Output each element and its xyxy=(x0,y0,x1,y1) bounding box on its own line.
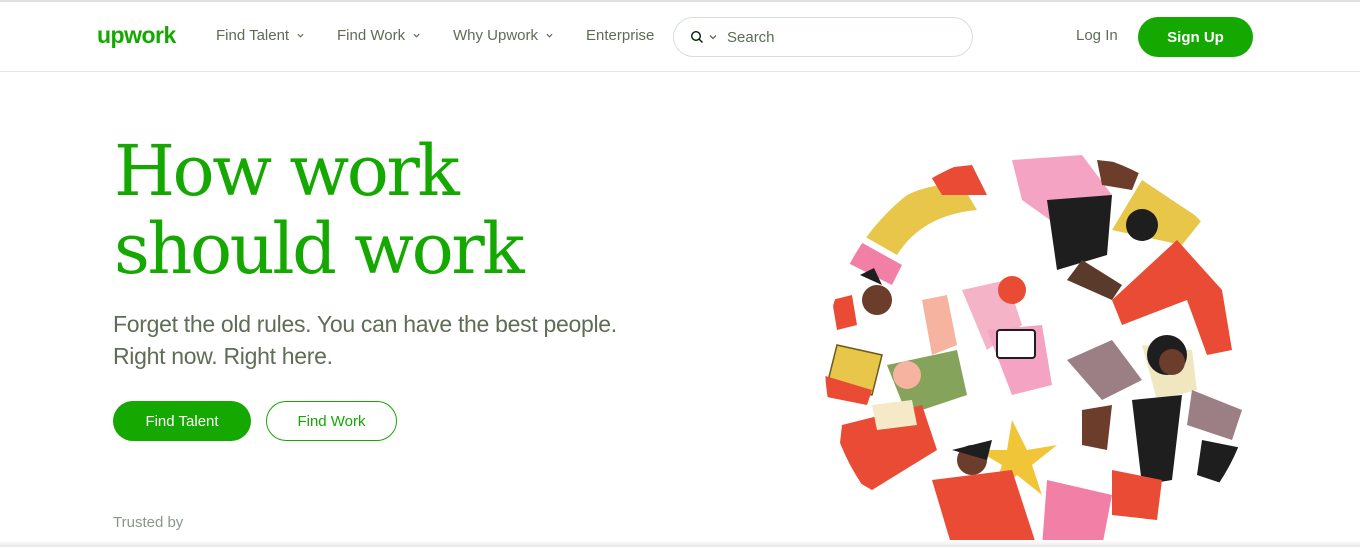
nav-find-talent-label: Find Talent xyxy=(216,27,290,44)
nav-enterprise[interactable]: Enterprise xyxy=(586,27,654,44)
nav-why-upwork[interactable]: Why Upwork xyxy=(453,27,553,44)
chevron-down-icon xyxy=(546,33,553,38)
signup-button[interactable]: Sign Up xyxy=(1138,17,1253,57)
nav-find-work[interactable]: Find Work xyxy=(337,27,420,44)
search-input[interactable] xyxy=(727,28,927,46)
site-header: upwork Find Talent Find Work Why Upwork … xyxy=(0,2,1360,72)
nav-find-talent[interactable]: Find Talent xyxy=(216,27,304,44)
nav-why-upwork-label: Why Upwork xyxy=(453,27,539,44)
chevron-down-icon xyxy=(413,33,420,38)
find-talent-button[interactable]: Find Talent xyxy=(113,401,251,441)
upwork-logo[interactable]: upwork xyxy=(97,22,176,49)
hero-title: How work should work xyxy=(114,130,525,290)
nav-enterprise-label: Enterprise xyxy=(586,27,655,44)
chevron-down-icon xyxy=(297,33,304,38)
find-work-button[interactable]: Find Work xyxy=(266,401,397,441)
chevron-down-icon[interactable] xyxy=(709,33,717,41)
bottom-divider xyxy=(0,540,1360,547)
nav-find-work-label: Find Work xyxy=(337,27,406,44)
login-link[interactable]: Log In xyxy=(1076,27,1118,44)
search-icon[interactable] xyxy=(690,30,704,44)
trusted-by-label: Trusted by xyxy=(113,514,184,531)
hero-illustration xyxy=(825,155,1252,547)
search-bar[interactable] xyxy=(673,17,973,57)
hero-subtitle: Forget the old rules. You can have the b… xyxy=(113,311,617,369)
